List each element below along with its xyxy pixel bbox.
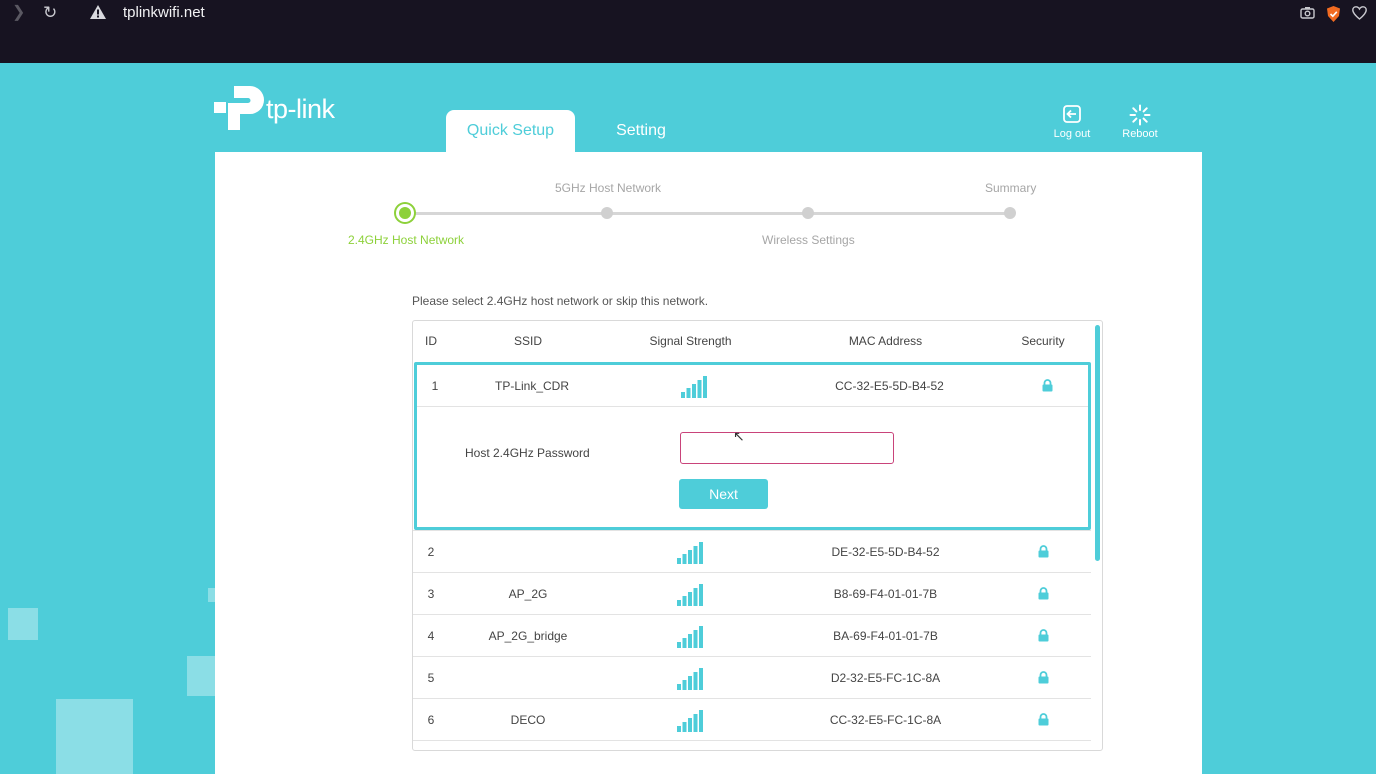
warning-icon[interactable] [90,5,106,24]
row-mac: DE-32-E5-5D-B4-52 [831,545,940,559]
step-label-4: Summary [985,181,1037,195]
row-id: 1 [431,379,439,393]
main-card: 2.4GHz Host Network 5GHz Host Network Wi… [215,152,1202,774]
background-decoration [8,608,38,640]
lock-icon [1003,582,1083,606]
signal-strength-icon [633,666,748,690]
row-ssid: TP-Link_CDR [494,379,569,393]
row-mac: B8-69-F4-01-01-7B [833,587,938,601]
step-dot-2 [601,207,613,219]
col-header-security: Security [1021,334,1065,348]
col-header-mac: MAC Address [848,334,923,348]
table-row[interactable]: 4 AP_2G_bridge BA-69-F4-01-01-7B [413,614,1091,656]
row-mac: BA-69-F4-01-01-7B [833,629,938,643]
table-header: ID SSID Signal Strength MAC Address Secu… [413,321,1091,362]
signal-strength-icon [633,582,748,606]
logout-label: Log out [1053,128,1091,140]
table-row[interactable]: 2 DE-32-E5-5D-B4-52 [413,530,1091,572]
step-label-1: 2.4GHz Host Network [348,233,465,247]
table-row[interactable] [413,740,1091,750]
instruction-text: Please select 2.4GHz host network or ski… [412,294,709,308]
lock-icon [1007,374,1087,398]
brave-shield-icon[interactable] [1326,6,1341,27]
row-ssid: DECO [510,713,546,727]
step-dot-3 [802,207,814,219]
row-ssid: AP_2G [508,587,548,601]
reload-icon[interactable]: ↻ [43,4,57,22]
step-dot-1 [396,204,414,222]
address-bar-url[interactable]: tplinkwifi.net [123,4,205,21]
table-row[interactable]: 1 TP-Link_CDR CC-32-E5-5D-B4-52 [417,365,1088,407]
table-scrollbar[interactable] [1095,325,1100,561]
row-id: 6 [427,713,435,727]
forward-icon[interactable]: ❯ [12,4,25,22]
lock-icon [1003,540,1083,564]
logout-button[interactable]: Log out [1042,104,1102,140]
mouse-cursor-icon: ↖ [733,428,745,444]
table-row[interactable]: 5 D2-32-E5-FC-1C-8A [413,656,1091,698]
row-id: 4 [427,629,435,643]
logout-icon [1042,104,1102,126]
step-label-2: 5GHz Host Network [555,181,662,195]
row-mac: D2-32-E5-FC-1C-8A [830,671,941,685]
signal-strength-icon [637,374,752,398]
tab-quick-setup[interactable]: Quick Setup [446,110,575,152]
camera-icon[interactable] [1300,6,1315,24]
reboot-button[interactable]: Reboot [1110,104,1170,140]
background-decoration [56,699,133,774]
lock-icon [1003,666,1083,690]
browser-toolbar: ❯ ↻ tplinkwifi.net [0,0,1376,63]
background-decoration [208,588,215,602]
col-header-id: ID [425,334,437,348]
row-ssid: AP_2G_bridge [488,629,568,643]
row-mac: CC-32-E5-5D-B4-52 [835,379,944,393]
reboot-label: Reboot [1122,128,1158,140]
signal-strength-icon [633,708,748,732]
row-mac: CC-32-E5-FC-1C-8A [829,713,942,727]
step-label-3: Wireless Settings [762,233,855,247]
tab-setting[interactable]: Setting [597,110,685,152]
next-button[interactable]: Next [679,479,768,509]
network-table: ID SSID Signal Strength MAC Address Secu… [412,320,1103,751]
password-label: Host 2.4GHz Password [465,446,590,460]
col-header-signal: Signal Strength [649,334,732,348]
table-row[interactable]: 6 DECO CC-32-E5-FC-1C-8A [413,698,1091,740]
col-header-ssid: SSID [513,334,542,348]
selected-network-panel: 1 TP-Link_CDR CC-32-E5-5D-B4-52 Host 2.4… [414,362,1091,530]
background-decoration [187,656,215,696]
reboot-icon [1110,104,1170,126]
row-id: 3 [427,587,435,601]
signal-strength-icon [633,540,748,564]
stepper-track [405,212,1011,215]
heart-icon[interactable] [1352,6,1367,25]
table-row[interactable]: 3 AP_2G B8-69-F4-01-01-7B [413,572,1091,614]
signal-strength-icon [633,624,748,648]
step-dot-4 [1004,207,1016,219]
password-input[interactable] [680,432,894,464]
brand-name: tp-link [266,94,335,124]
lock-icon [1003,708,1083,732]
row-id: 2 [427,545,435,559]
row-id: 5 [427,671,435,685]
lock-icon [1003,624,1083,648]
